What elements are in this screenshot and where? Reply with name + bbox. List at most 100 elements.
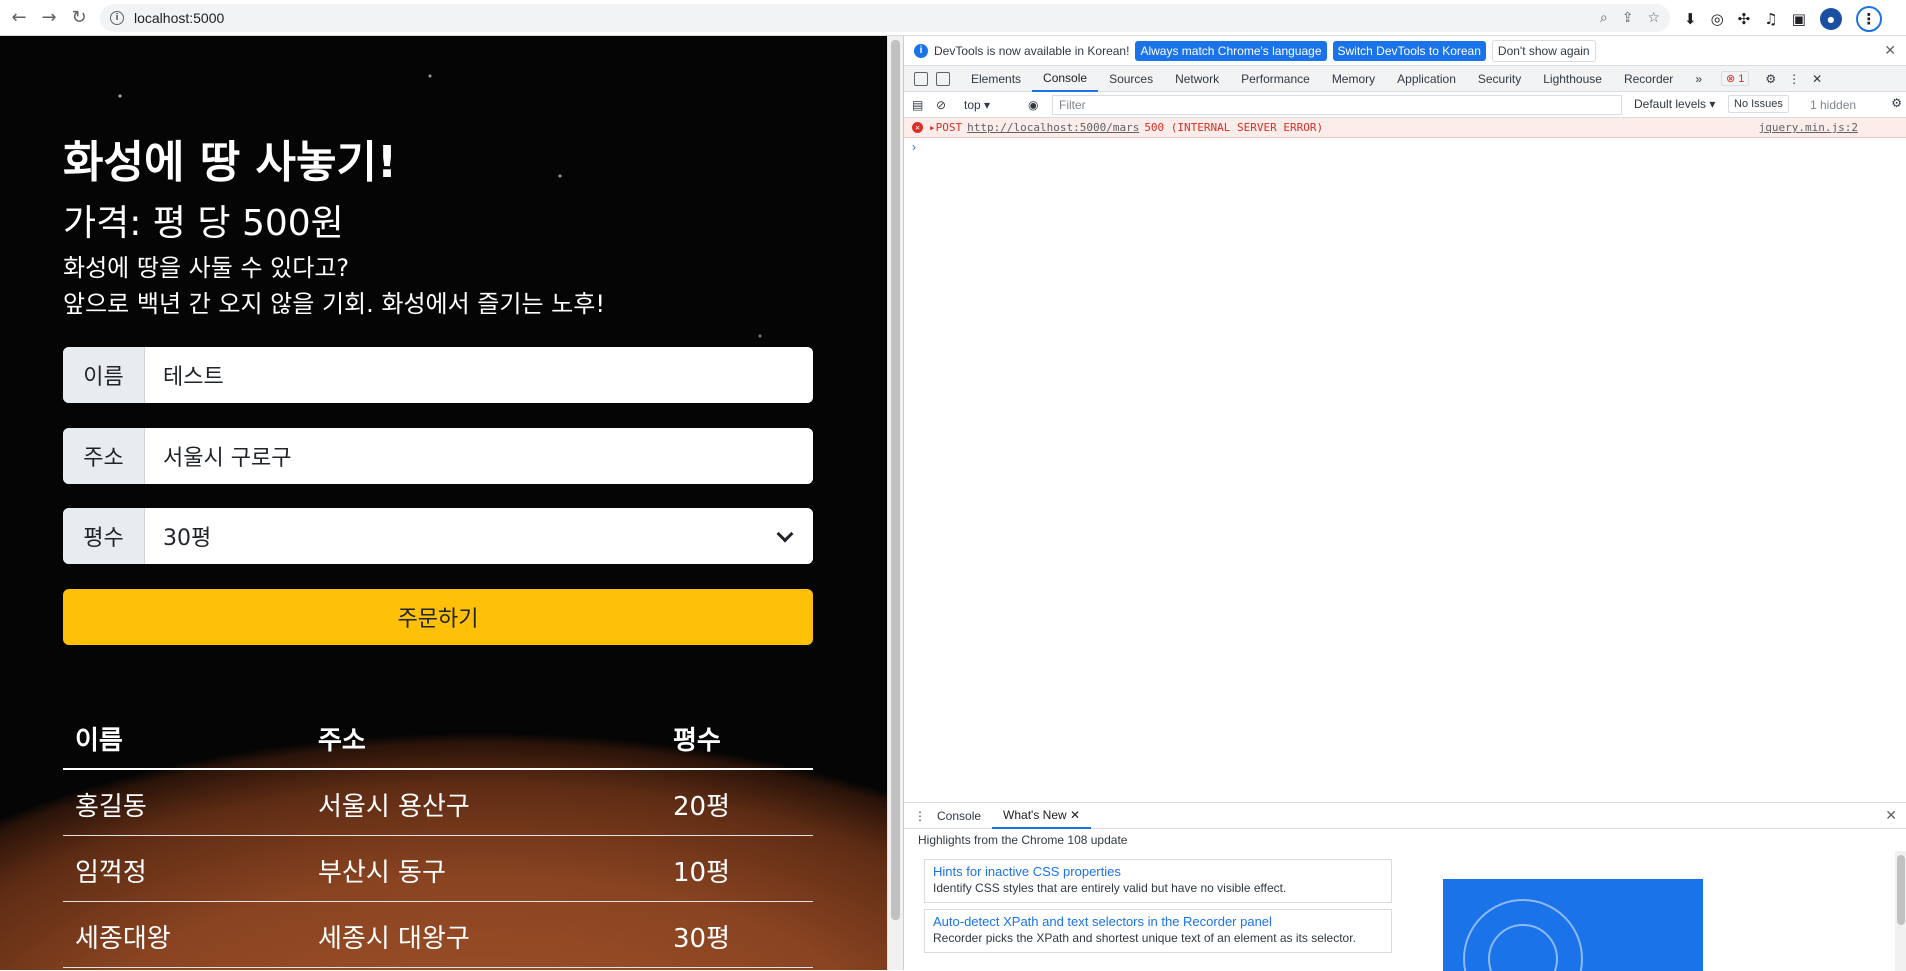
scrollbar-thumb[interactable] bbox=[1897, 855, 1905, 925]
error-method: POST bbox=[935, 121, 963, 134]
issues-button[interactable]: No Issues bbox=[1728, 95, 1789, 113]
close-drawer-icon[interactable]: ✕ bbox=[1885, 807, 1897, 824]
back-icon[interactable]: ← bbox=[8, 7, 30, 29]
error-count: 1 bbox=[1738, 73, 1745, 85]
header-address: 주소 bbox=[318, 726, 366, 756]
table-header: 이름 주소 평수 bbox=[63, 704, 813, 770]
url-text: localhost:5000 bbox=[134, 10, 225, 26]
error-url-link[interactable]: http://localhost:5000/mars bbox=[967, 121, 1139, 134]
forward-icon[interactable]: → bbox=[38, 7, 60, 29]
address-label: 주소 bbox=[63, 428, 145, 484]
cell-size: 20평 bbox=[673, 792, 731, 822]
name-input-group: 이름 테스트 bbox=[63, 347, 813, 403]
inspect-icon[interactable] bbox=[914, 71, 928, 86]
tab-security[interactable]: Security bbox=[1467, 66, 1532, 92]
drawer-tab-console[interactable]: Console bbox=[926, 803, 992, 829]
error-status: 500 (INTERNAL SERVER ERROR) bbox=[1144, 121, 1324, 134]
tab-recorder[interactable]: Recorder bbox=[1613, 66, 1684, 92]
cell-name: 임꺽정 bbox=[75, 858, 147, 888]
order-button[interactable]: 주문하기 bbox=[63, 589, 813, 645]
tab-console[interactable]: Console bbox=[1032, 66, 1099, 92]
address-input-group: 주소 서울시 구로구 bbox=[63, 428, 813, 484]
size-select[interactable]: 30평 bbox=[145, 508, 813, 564]
dont-show-button[interactable]: Don't show again bbox=[1491, 39, 1596, 62]
share-icon[interactable]: ⇪ bbox=[1622, 10, 1634, 26]
card-title-link[interactable]: Hints for inactive CSS properties bbox=[933, 864, 1383, 879]
whatsnew-card[interactable]: Auto-detect XPath and text selectors in … bbox=[924, 909, 1392, 953]
eye-icon[interactable]: ◉ bbox=[1028, 98, 1038, 112]
console-settings-icon[interactable]: ⚙ bbox=[1891, 96, 1902, 110]
header-size: 평수 bbox=[673, 726, 721, 756]
cell-address: 부산시 동구 bbox=[318, 858, 446, 888]
cell-address: 서울시 용산구 bbox=[318, 792, 470, 822]
language-infobar: i DevTools is now available in Korean! A… bbox=[904, 36, 1906, 66]
tab-performance[interactable]: Performance bbox=[1230, 66, 1321, 92]
sidebar-toggle-icon[interactable]: ▤ bbox=[912, 98, 923, 112]
drawer-tab-whatsnew[interactable]: What's New ✕ bbox=[992, 803, 1092, 829]
address-input[interactable]: 서울시 구로구 bbox=[145, 428, 813, 484]
chrome-menu-icon[interactable]: ⋮ bbox=[1855, 6, 1882, 32]
header-name: 이름 bbox=[75, 726, 123, 756]
switch-korean-button[interactable]: Switch DevTools to Korean bbox=[1332, 40, 1486, 61]
extensions-icon[interactable]: ✣ bbox=[1738, 10, 1751, 28]
error-count-badge[interactable]: ⊗ 1 bbox=[1721, 71, 1750, 86]
close-devtools-icon[interactable]: ✕ bbox=[1812, 72, 1822, 86]
size-select-value: 30평 bbox=[163, 526, 212, 551]
table-row: 홍길동 서울시 용산구 20평 bbox=[63, 770, 813, 836]
tab-network[interactable]: Network bbox=[1164, 66, 1230, 92]
context-value: top bbox=[964, 97, 981, 112]
info-icon: i bbox=[914, 43, 928, 58]
tab-sources[interactable]: Sources bbox=[1098, 66, 1164, 92]
device-toggle-icon[interactable] bbox=[936, 71, 950, 86]
console-error-message[interactable]: ✕ ▸ POST http://localhost:5000/mars 500 … bbox=[904, 118, 1906, 138]
drawer-scrollbar[interactable] bbox=[1895, 851, 1906, 971]
devtools-drawer: ⋮ Console What's New ✕ ✕ Highlights from… bbox=[904, 802, 1906, 971]
close-tab-icon[interactable]: ✕ bbox=[1070, 808, 1080, 822]
devtools-tabbar: Elements Console Sources Network Perform… bbox=[904, 66, 1906, 92]
page-scrollbar[interactable] bbox=[887, 36, 903, 970]
description-line-2: 앞으로 백년 간 오지 않을 기회. 화성에서 즐기는 노후! bbox=[63, 290, 605, 318]
page-title: 화성에 땅 사놓기! bbox=[63, 137, 398, 188]
drawer-menu-icon[interactable]: ⋮ bbox=[914, 809, 926, 823]
log-levels-value: Default levels bbox=[1634, 97, 1707, 111]
download-icon[interactable]: ⬇ bbox=[1684, 10, 1697, 28]
filter-input[interactable]: Filter bbox=[1052, 95, 1622, 115]
name-input[interactable]: 테스트 bbox=[145, 347, 813, 403]
site-info-icon[interactable]: i bbox=[110, 11, 124, 25]
bookmark-star-icon[interactable]: ☆ bbox=[1647, 10, 1660, 26]
match-language-button[interactable]: Always match Chrome's language bbox=[1135, 40, 1327, 61]
whatsnew-card[interactable]: Hints for inactive CSS properties Identi… bbox=[924, 859, 1392, 903]
context-select[interactable]: top ▾ bbox=[964, 98, 990, 112]
media-icon[interactable]: ♫ bbox=[1764, 10, 1777, 28]
cell-size: 30평 bbox=[673, 924, 731, 954]
description: 화성에 땅을 사둘 수 있다고? 앞으로 백년 간 오지 않을 기회. 화성에서… bbox=[63, 250, 605, 322]
compass-icon[interactable]: ◎ bbox=[1711, 10, 1724, 28]
tab-lighthouse[interactable]: Lighthouse bbox=[1532, 66, 1613, 92]
side-panel-icon[interactable]: ▣ bbox=[1792, 10, 1806, 28]
cell-address: 세종시 대왕구 bbox=[318, 924, 470, 954]
reload-icon[interactable]: ↻ bbox=[68, 7, 90, 29]
error-source-link[interactable]: jquery.min.js:2 bbox=[1759, 121, 1858, 134]
card-title-link[interactable]: Auto-detect XPath and text selectors in … bbox=[933, 914, 1383, 929]
tab-elements[interactable]: Elements bbox=[960, 66, 1032, 92]
devtools-menu-icon[interactable]: ⋮ bbox=[1788, 72, 1800, 86]
settings-gear-icon[interactable]: ⚙ bbox=[1765, 72, 1776, 86]
console-prompt[interactable]: › bbox=[904, 138, 1906, 156]
tab-application[interactable]: Application bbox=[1386, 66, 1467, 92]
address-bar[interactable]: i localhost:5000 ⌕ ⇪ ☆ bbox=[100, 4, 1670, 32]
scrollbar-thumb[interactable] bbox=[891, 40, 900, 920]
close-icon[interactable]: ✕ bbox=[1884, 42, 1896, 59]
expand-arrow-icon[interactable]: ▸ bbox=[929, 121, 936, 134]
profile-avatar[interactable]: ● bbox=[1819, 8, 1842, 30]
log-levels-select[interactable]: Default levels ▾ bbox=[1634, 97, 1715, 111]
tab-memory[interactable]: Memory bbox=[1321, 66, 1386, 92]
more-tabs-icon[interactable]: » bbox=[1684, 66, 1713, 92]
clear-console-icon[interactable]: ⊘ bbox=[936, 98, 946, 112]
hidden-count: 1 hidden bbox=[1810, 98, 1857, 112]
zoom-icon[interactable]: ⌕ bbox=[1600, 10, 1608, 26]
orders-table: 이름 주소 평수 홍길동 서울시 용산구 20평 임꺽정 부산시 동구 10평 … bbox=[63, 704, 813, 968]
web-page: 화성에 땅 사놓기! 가격: 평 당 500원 화성에 땅을 사둘 수 있다고?… bbox=[0, 36, 887, 970]
whatsnew-promo-image bbox=[1443, 879, 1703, 971]
browser-toolbar: ← → ↻ i localhost:5000 ⌕ ⇪ ☆ ⬇ ◎ ✣ ♫ ▣ ●… bbox=[0, 0, 1906, 36]
card-description: Recorder picks the XPath and shortest un… bbox=[933, 931, 1356, 945]
